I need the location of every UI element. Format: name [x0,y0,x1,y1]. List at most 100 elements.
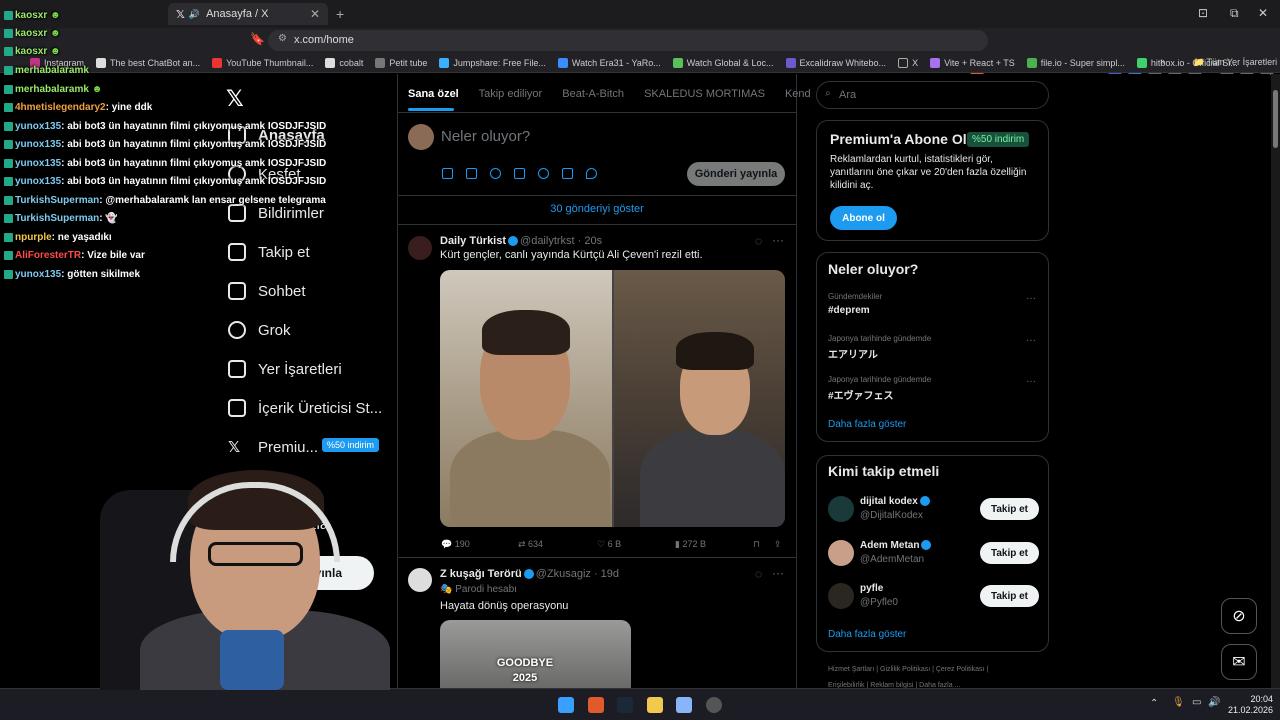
bookmark-icon[interactable]: ⊓ [753,539,760,550]
trend-more-icon[interactable]: ··· [1026,335,1036,346]
bookmark-item[interactable]: X [898,57,918,68]
app-icon[interactable] [676,697,692,713]
share-icon[interactable]: ⇪ [774,539,782,550]
suggested-user-name[interactable]: Adem Metan [860,540,933,551]
bookmark-item[interactable]: Petit tube [375,57,427,68]
suggested-user-name[interactable]: dijital kodex [860,496,932,507]
restore-window-icon[interactable]: ⧉ [1230,6,1239,21]
publish-button[interactable]: Gönderi yayınla [687,162,785,186]
premium-discount-badge: %50 indirim [967,132,1030,147]
location-icon[interactable] [586,168,597,179]
start-icon[interactable] [558,697,574,713]
reply-button[interactable]: 💬 190 [441,539,470,550]
show-new-posts-link[interactable]: 30 gönderiyi göster [398,203,796,215]
messages-fab-icon[interactable]: ✉ [1221,644,1257,680]
bookmark-item[interactable]: The best ChatBot an... [96,57,200,68]
schedule-icon[interactable] [562,168,573,179]
x-logo-icon[interactable]: 𝕏 [226,86,244,112]
grok-icon[interactable] [490,168,501,179]
tab-list[interactable]: Kend [785,88,811,100]
nav-item-premium[interactable]: 𝕏 Premiu... [228,438,318,457]
tray-chevron-icon[interactable]: ⌃ [1150,698,1158,709]
post-more-icon[interactable]: ··· [772,566,784,580]
folder-icon[interactable] [647,697,663,713]
bookmark-item[interactable]: Excalidraw Whitebo... [785,57,886,68]
bookmarks-overflow-icon[interactable]: » [1160,56,1165,66]
post-video[interactable] [440,270,785,527]
extensions-window-icon[interactable]: ⊡ [1198,6,1208,20]
close-tab-icon[interactable]: ✕ [310,7,320,21]
bookmark-item[interactable]: Watch Global & Loc... [672,57,774,68]
grok-icon[interactable]: ◌ [755,567,762,581]
who-show-more-link[interactable]: Daha fazla göster [828,629,906,640]
emoji-icon[interactable] [538,168,549,179]
tab-list[interactable]: Beat-A-Bitch [562,88,624,100]
subscribe-button[interactable]: Abone ol [830,206,897,230]
gif-icon[interactable] [466,168,477,179]
footer-links[interactable]: Hizmet Şartları | Gizlilik Politikası | … [828,666,988,673]
image-icon[interactable] [442,168,453,179]
views-button[interactable]: ▮ 272 B [675,539,706,550]
tab-for-you[interactable]: Sana özel [408,88,459,100]
poll-icon[interactable] [514,168,525,179]
compose-input[interactable]: Neler oluyor? [441,128,530,145]
scrollbar-thumb[interactable] [1273,90,1278,148]
post-author[interactable]: Daily Türkist @dailytrkst · 20s [440,235,602,247]
bookmark-item[interactable]: Watch Era31 - YaRo... [557,57,661,68]
post-more-icon[interactable]: ··· [772,233,784,247]
follow-button[interactable]: Takip et [980,585,1039,607]
follow-button[interactable]: Takip et [980,498,1039,520]
repost-button[interactable]: ⇄ 634 [518,539,543,550]
new-tab-icon[interactable]: + [336,6,344,22]
microphone-icon[interactable]: 🎙 [1172,697,1185,708]
suggested-user-name[interactable]: pyfle [860,583,883,594]
post-author[interactable]: Z kuşağı Terörü @Zkusagiz · 19d [440,568,619,580]
bookmark-item[interactable]: Jumpshare: Free File... [439,57,546,68]
nav-item-grok[interactable]: Grok [228,321,291,339]
all-bookmarks-button[interactable]: 📁 Tüm Yer İşaretleri [1193,57,1277,68]
address-bar[interactable]: ⚙ x.com/home [268,30,988,51]
avatar[interactable] [828,496,854,522]
trend-item[interactable]: #deprem [828,305,870,316]
follow-button[interactable]: Takip et [980,542,1039,564]
avatar[interactable] [828,540,854,566]
avatar[interactable] [408,236,432,260]
app-icon[interactable] [706,697,722,713]
emote-icon: 👻 [105,213,118,224]
network-icon[interactable]: ▭ [1192,697,1201,708]
nav-item-bookmarks[interactable]: Yer İşaretleri [228,360,342,378]
trend-item[interactable]: エアリアル [828,346,878,361]
bookmark-item[interactable]: cobalt [325,57,363,68]
system-clock[interactable]: 20:04 21.02.2026 [1228,694,1273,716]
search-input[interactable]: ⌕ Ara [816,81,1049,109]
nav-item-creator-studio[interactable]: İçerik Üreticisi St... [228,399,382,417]
site-info-icon[interactable]: ⚙ [278,33,287,44]
scrollbar[interactable] [1271,74,1280,688]
tab-following[interactable]: Takip ediliyor [479,88,543,100]
trend-more-icon[interactable]: ··· [1026,293,1036,304]
avatar[interactable] [828,583,854,609]
avatar[interactable] [408,124,434,150]
bookmark-item[interactable]: Vite + React + TS [930,57,1015,68]
grok-fab-icon[interactable]: ⊘ [1221,598,1257,634]
bookmark-star-icon[interactable]: 🔖 [250,32,265,46]
volume-icon[interactable]: 🔊 [1208,697,1220,708]
bookmark-item[interactable]: YouTube Thumbnail... [212,57,313,68]
trends-show-more-link[interactable]: Daha fazla göster [828,419,906,430]
nav-item-chat[interactable]: Sohbet [228,282,306,300]
grok-icon[interactable]: ◌ [755,234,762,248]
steam-icon[interactable] [617,697,633,713]
trend-more-icon[interactable]: ··· [1026,376,1036,387]
like-button[interactable]: ♡ 6 B [597,539,621,550]
chat-message: AliForesterTR: Vize bile var [4,250,145,261]
browser-tab-home[interactable]: 𝕏 🔊 Anasayfa / X ✕ [168,3,328,25]
nav-item-follow[interactable]: Takip et [228,243,310,261]
brave-icon[interactable] [588,697,604,713]
bookmark-item[interactable]: file.io - Super simpl... [1026,57,1125,68]
verified-icon [919,496,930,507]
avatar[interactable] [408,568,432,592]
trend-item[interactable]: #エヴァフェス [828,387,894,402]
nav-item-notifications[interactable]: Bildirimler [228,204,324,222]
close-window-icon[interactable]: ✕ [1258,6,1268,20]
tab-list[interactable]: SKALEDUS MORTIMAS [644,88,765,100]
